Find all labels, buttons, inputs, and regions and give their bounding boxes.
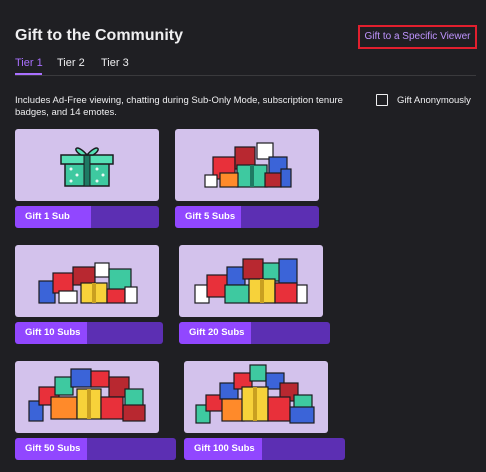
tab-tier-3[interactable]: Tier 3 bbox=[101, 57, 129, 69]
gift-100-subs-card[interactable]: Gift 100 Subs bbox=[184, 361, 345, 461]
gift-50-subs-button[interactable]: Gift 50 Subs bbox=[15, 438, 176, 460]
gift-10-subs-button[interactable]: Gift 10 Subs bbox=[15, 322, 163, 344]
gift-pile-icon bbox=[184, 361, 328, 433]
tier-description: Includes Ad-Free viewing, chatting durin… bbox=[15, 95, 343, 118]
gift-pile-icon bbox=[175, 129, 319, 201]
tabs-divider bbox=[15, 75, 476, 76]
tab-tier-1[interactable]: Tier 1 bbox=[15, 57, 43, 69]
gift-1-sub-card[interactable]: Gift 1 Sub bbox=[15, 129, 159, 229]
tab-tier-2[interactable]: Tier 2 bbox=[57, 57, 85, 69]
gift-20-subs-button[interactable]: Gift 20 Subs bbox=[179, 322, 330, 344]
gift-5-subs-button[interactable]: Gift 5 Subs bbox=[175, 206, 319, 228]
gift-pile-icon bbox=[15, 361, 159, 433]
gift-5-subs-card[interactable]: Gift 5 Subs bbox=[175, 129, 319, 229]
gift-1-sub-button[interactable]: Gift 1 Sub bbox=[15, 206, 159, 228]
gift-10-subs-card[interactable]: Gift 10 Subs bbox=[15, 245, 163, 345]
gift-anonymously-label: Gift Anonymously bbox=[397, 94, 471, 106]
gift-icon bbox=[15, 129, 159, 201]
page-title: Gift to the Community bbox=[15, 27, 183, 44]
gift-20-subs-card[interactable]: Gift 20 Subs bbox=[179, 245, 330, 345]
gift-100-subs-button[interactable]: Gift 100 Subs bbox=[184, 438, 345, 460]
gift-50-subs-card[interactable]: Gift 50 Subs bbox=[15, 361, 176, 461]
gift-specific-viewer-link[interactable]: Gift to a Specific Viewer bbox=[358, 25, 477, 49]
gift-anonymously-toggle[interactable]: Gift Anonymously bbox=[376, 94, 471, 106]
anonymous-checkbox[interactable] bbox=[376, 94, 388, 106]
gift-pile-icon bbox=[179, 245, 323, 317]
tier-tabs: Tier 1 Tier 2 Tier 3 bbox=[0, 56, 486, 74]
gift-pile-icon bbox=[15, 245, 159, 317]
